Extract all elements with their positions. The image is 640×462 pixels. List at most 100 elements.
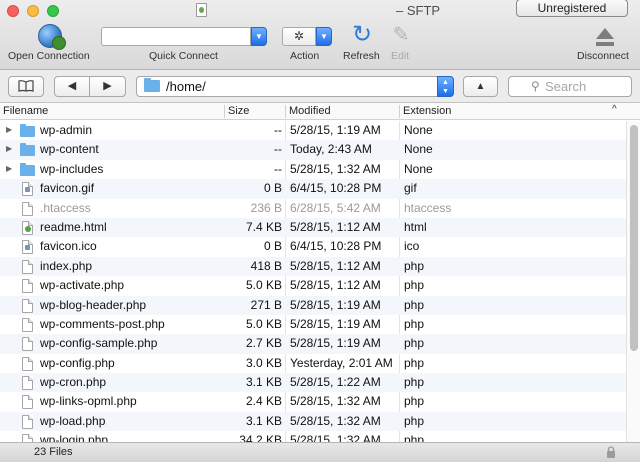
bookmarks-button[interactable] <box>8 76 44 97</box>
size-cell: -- <box>274 123 282 137</box>
column-divider[interactable] <box>285 105 286 118</box>
filename-cell: wp-admin <box>40 123 93 137</box>
action-menu[interactable]: ✲ ▼ <box>282 27 332 46</box>
column-size[interactable]: Size <box>228 105 249 117</box>
table-row[interactable]: wp-blog-header.php 271 B 5/28/15, 1:19 AM p… <box>0 295 626 315</box>
parent-directory-button[interactable]: ▲ <box>463 76 498 97</box>
table-row[interactable]: wp-comments-post.php 5.0 KB 5/28/15, 1:19 … <box>0 315 626 334</box>
disclosure-triangle-icon[interactable]: ▶ <box>6 164 12 173</box>
forward-arrow-icon: ▶ <box>103 80 112 92</box>
toolbar: – SFTP Unregistered Open Connection ▼ Qu… <box>0 0 640 70</box>
updown-chevron-icon[interactable]: ▲ ▼ <box>437 76 454 97</box>
size-cell: 3.1 KB <box>245 413 282 428</box>
chevron-down-icon[interactable]: ▼ <box>316 27 332 46</box>
table-row[interactable]: wp-load.php 3.1 KB 5/28/15, 1:32 AM php <box>0 411 626 432</box>
edit-label[interactable]: Edit <box>391 50 409 62</box>
size-cell: 271 B <box>250 297 282 312</box>
back-arrow-icon: ◀ <box>67 80 77 92</box>
extension-cell: php <box>404 316 425 331</box>
table-row[interactable]: favicon.gif 0 B 6/4/15, 10:28 PM gif <box>0 179 626 199</box>
table-row[interactable]: ▶ wp-admin -- 5/28/15, 1:19 AM None <box>0 121 626 140</box>
table-row[interactable]: ▶ wp-includes -- 5/28/15, 1:32 AM None <box>0 160 626 179</box>
size-cell: 0 B <box>263 239 282 254</box>
column-filename[interactable]: Filename <box>3 105 48 117</box>
table-row[interactable]: wp-cron.php 3.1 KB 5/28/15, 1:22 AM php <box>0 373 626 393</box>
quick-connect-combo[interactable]: ▼ <box>101 27 267 46</box>
vertical-scrollbar[interactable] <box>626 121 640 442</box>
sort-ascending-icon[interactable]: ^ <box>612 104 617 115</box>
modified-cell: 5/28/15, 1:22 AM <box>290 375 381 390</box>
pencil-icon[interactable]: ✎ <box>389 22 413 48</box>
size-cell: 0 B <box>263 181 282 196</box>
column-modified[interactable]: Modified <box>289 105 331 117</box>
file-icon <box>22 298 33 313</box>
back-button[interactable]: ◀ <box>54 76 90 97</box>
size-cell: 34.2 KB <box>239 433 282 442</box>
search-field[interactable]: ⚲ <box>508 76 632 97</box>
file-icon <box>22 434 33 442</box>
table-row[interactable]: index.php 418 B 5/28/15, 1:12 AM php <box>0 256 626 277</box>
filename-cell: readme.html <box>40 219 107 234</box>
table-row[interactable]: ▶ wp-content -- Today, 2:43 AM None <box>0 140 626 160</box>
modified-cell: 6/28/15, 5:42 AM <box>290 200 381 215</box>
status-bar: 23 Files <box>0 442 640 462</box>
filename-cell: wp-login.php <box>40 433 109 442</box>
disclosure-triangle-icon[interactable]: ▶ <box>6 144 12 153</box>
column-divider[interactable] <box>224 105 225 118</box>
modified-cell: 5/28/15, 1:32 AM <box>290 413 381 428</box>
extension-cell: None <box>404 142 433 157</box>
table-row[interactable]: wp-config-sample.php 2.7 KB 5/28/15, 1:19 … <box>0 334 626 354</box>
search-input[interactable] <box>545 78 629 95</box>
table-row[interactable]: .htaccess 236 B 6/28/15, 5:42 AM htaccess <box>0 199 626 218</box>
chevron-down-icon[interactable]: ▼ <box>251 27 267 46</box>
size-cell: -- <box>274 142 282 157</box>
path-bar: ◀ ▶ /home/ ▲ ▼ ▲ ⚲ <box>0 71 640 103</box>
quick-connect-input[interactable] <box>101 27 251 46</box>
table-row[interactable]: wp-login.php 34.2 KB 5/28/15, 1:32 AM php <box>0 431 626 442</box>
scrollbar-thumb[interactable] <box>630 125 638 351</box>
table-row[interactable]: readme.html 7.4 KB 5/28/15, 1:12 AM html <box>0 217 626 238</box>
gear-icon[interactable]: ✲ <box>282 27 316 46</box>
modified-cell: Today, 2:43 AM <box>290 142 372 157</box>
eject-icon[interactable] <box>595 26 615 48</box>
table-row[interactable]: wp-activate.php 5.0 KB 5/28/15, 1:12 AM php <box>0 276 626 295</box>
table-row[interactable]: favicon.ico 0 B 6/4/15, 10:28 PM ico <box>0 237 626 256</box>
minimize-window-button[interactable] <box>27 5 39 17</box>
folder-icon <box>20 162 35 176</box>
close-window-button[interactable] <box>7 5 19 17</box>
file-icon <box>22 220 33 235</box>
extension-cell: html <box>404 219 427 234</box>
path-select[interactable]: /home/ ▲ ▼ <box>136 76 454 97</box>
column-extension[interactable]: Extension <box>403 105 451 117</box>
file-count: 23 Files <box>34 446 73 458</box>
unregistered-badge[interactable]: Unregistered <box>516 0 628 17</box>
extension-cell: None <box>404 161 433 176</box>
size-cell: 3.1 KB <box>245 375 282 390</box>
filename-cell: wp-links-opml.php <box>40 394 137 409</box>
table-row[interactable]: wp-config.php 3.0 KB Yesterday, 2:01 AM php <box>0 354 626 373</box>
filename-cell: index.php <box>40 258 93 273</box>
zoom-window-button[interactable] <box>47 5 59 17</box>
filename-cell: wp-config-sample.php <box>40 336 158 351</box>
size-cell: 2.4 KB <box>245 394 282 409</box>
table-row[interactable]: wp-links-opml.php 2.4 KB 5/28/15, 1:32 AM p… <box>0 392 626 411</box>
document-proxy-icon[interactable] <box>196 3 207 17</box>
refresh-icon[interactable]: ↻ <box>349 22 375 48</box>
quick-connect-label: Quick Connect <box>149 50 218 62</box>
disclosure-triangle-icon[interactable]: ▶ <box>6 125 12 134</box>
file-icon <box>22 259 33 274</box>
modified-cell: 5/28/15, 1:19 AM <box>290 123 381 137</box>
column-divider[interactable] <box>399 105 400 118</box>
forward-button[interactable]: ▶ <box>89 76 126 97</box>
window-title: – SFTP <box>396 3 441 18</box>
book-icon <box>18 80 34 92</box>
open-connection-icon[interactable] <box>38 24 66 50</box>
current-path: /home/ <box>166 79 206 94</box>
open-connection-label[interactable]: Open Connection <box>8 50 90 62</box>
file-icon <box>22 376 33 391</box>
file-icon <box>22 240 33 255</box>
search-icon: ⚲ <box>531 79 540 93</box>
disconnect-label[interactable]: Disconnect <box>577 50 629 62</box>
extension-cell: php <box>404 297 425 312</box>
refresh-label[interactable]: Refresh <box>343 50 380 62</box>
